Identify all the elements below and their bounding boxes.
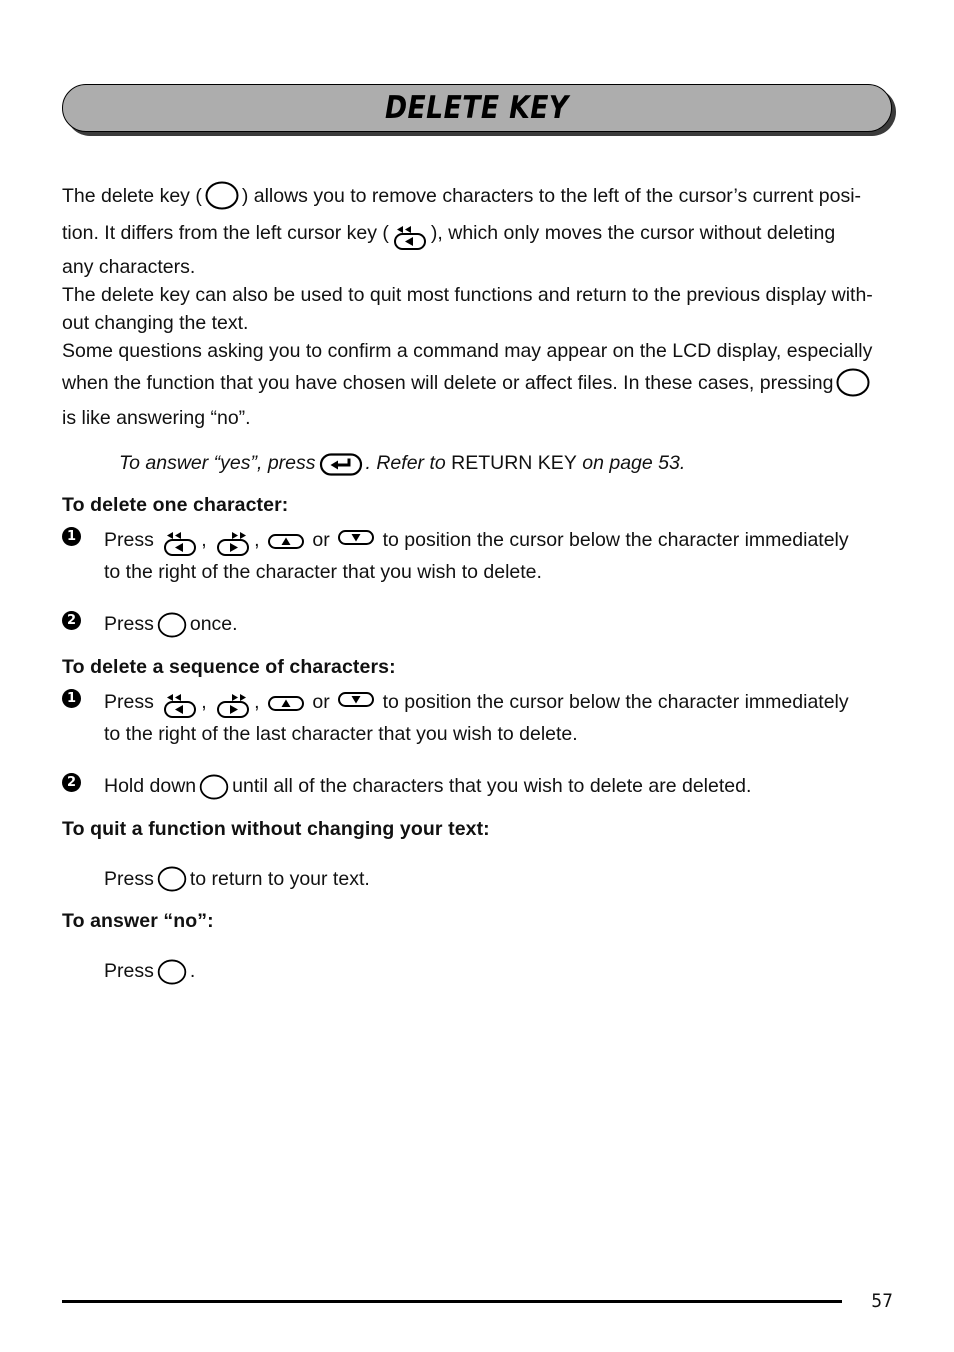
left-cursor-key-icon	[159, 687, 201, 719]
step-text-a: Press	[104, 529, 154, 552]
down-cursor-key-icon	[335, 688, 377, 718]
press-instruction: Press to return to your text.	[62, 864, 892, 895]
banner-body: DELETE KEY	[62, 84, 892, 132]
press-text-a: Press	[104, 960, 154, 983]
step-item: 2 Press once.	[62, 609, 892, 640]
note-text-b: . Refer to	[365, 452, 452, 475]
intro-line-3: any characters.	[62, 255, 196, 278]
delete-key-icon	[196, 772, 232, 802]
step-number: 1	[62, 526, 81, 546]
intro-line-1: The delete key ( ) allows you to remove c…	[62, 178, 892, 215]
step-number: 1	[62, 688, 81, 708]
page-number: 57	[871, 1290, 893, 1312]
intro-para3-line2-text: when the function that you have chosen w…	[62, 371, 834, 394]
down-cursor-key-icon	[335, 526, 377, 556]
section-heading-quit-function: To quit a function without changing your…	[62, 817, 490, 840]
step-number: 2	[62, 772, 81, 792]
document-page: DELETE KEY The delete key ( ) allows you …	[0, 0, 954, 1352]
intro-line-1-text-b: ) allows you to remove characters to the…	[241, 185, 862, 207]
intro-para3-line1: Some questions asking you to confirm a c…	[62, 339, 873, 362]
page-title: DELETE KEY	[385, 90, 569, 126]
step-item: 1 Press , , or to position the cursor be…	[62, 687, 892, 749]
intro-para3-line3-text: is like answering “no”.	[62, 407, 251, 430]
press-text-b: to return to your text.	[189, 867, 370, 890]
step-comma: ,	[254, 529, 260, 552]
step-item: 1 Press , , or to position the cursor be…	[62, 525, 892, 587]
left-cursor-key-icon	[159, 525, 201, 557]
note-answer-yes: To answer “yes”, press . Refer to RETURN…	[62, 449, 892, 478]
page-title-banner: DELETE KEY	[62, 84, 896, 136]
footer-rule	[62, 1299, 842, 1303]
step-text-or: or	[312, 529, 330, 552]
intro-line-2-text-a: tion. It differs from the left cursor ke…	[62, 222, 389, 245]
step-text-b: once.	[189, 612, 238, 635]
step-number: 2	[62, 610, 81, 630]
step-text-b: to position the cursor below the charact…	[382, 690, 849, 713]
note-text-d: on page 53.	[576, 452, 686, 475]
up-cursor-key-icon	[265, 688, 307, 718]
intro-line-1-text-a: The delete key (	[62, 185, 202, 207]
step-item: 2 Hold down until all of the characters t…	[62, 771, 892, 802]
delete-key-icon	[154, 864, 190, 894]
section-heading-answer-no: To answer “no”:	[62, 910, 214, 933]
step-text-c: to the right of the character that you w…	[104, 560, 542, 583]
delete-key-icon	[154, 610, 190, 640]
step-text-b: until all of the characters that you wis…	[232, 774, 752, 797]
delete-key-icon	[202, 178, 242, 215]
right-cursor-key-icon	[212, 687, 254, 719]
step-text-c: to the right of the last character that …	[104, 722, 578, 745]
intro-line-2-text-b: ), which only moves the cursor without d…	[430, 222, 836, 245]
delete-key-icon	[833, 365, 873, 402]
note-reference: RETURN KEY	[451, 452, 577, 475]
step-text-a: Press	[104, 690, 154, 713]
page-footer: 57	[62, 1286, 893, 1316]
intro-para2-line1: The delete key can also be used to quit …	[62, 283, 873, 306]
press-instruction: Press.	[62, 956, 892, 987]
section-heading-delete-sequence: To delete a sequence of characters:	[62, 655, 396, 678]
step-comma: ,	[201, 690, 207, 713]
body-content: The delete key ( ) allows you to remove c…	[62, 178, 892, 987]
step-text-b: to position the cursor below the charact…	[382, 529, 849, 552]
left-cursor-key-icon	[389, 216, 431, 253]
up-cursor-key-icon	[265, 526, 307, 556]
right-cursor-key-icon	[212, 525, 254, 557]
delete-key-icon	[154, 957, 190, 987]
step-comma: ,	[254, 690, 260, 713]
intro-para2-line2: out changing the text.	[62, 311, 249, 334]
step-text-a: Hold down	[104, 774, 197, 797]
section-heading-delete-one-character: To delete one character:	[62, 493, 289, 516]
intro-para3-line2: when the function that you have chosen w…	[62, 365, 892, 402]
press-text-a: Press	[104, 867, 154, 890]
step-text-a: Press	[104, 612, 154, 635]
note-text-a: To answer “yes”, press	[119, 452, 316, 475]
step-text-or: or	[312, 690, 330, 713]
intro-para3-line3: is like answering “no”.	[62, 402, 892, 435]
intro-line-2: tion. It differs from the left cursor ke…	[62, 215, 892, 252]
press-text-b: .	[189, 960, 196, 983]
step-comma: ,	[201, 529, 207, 552]
return-key-icon	[316, 450, 366, 478]
